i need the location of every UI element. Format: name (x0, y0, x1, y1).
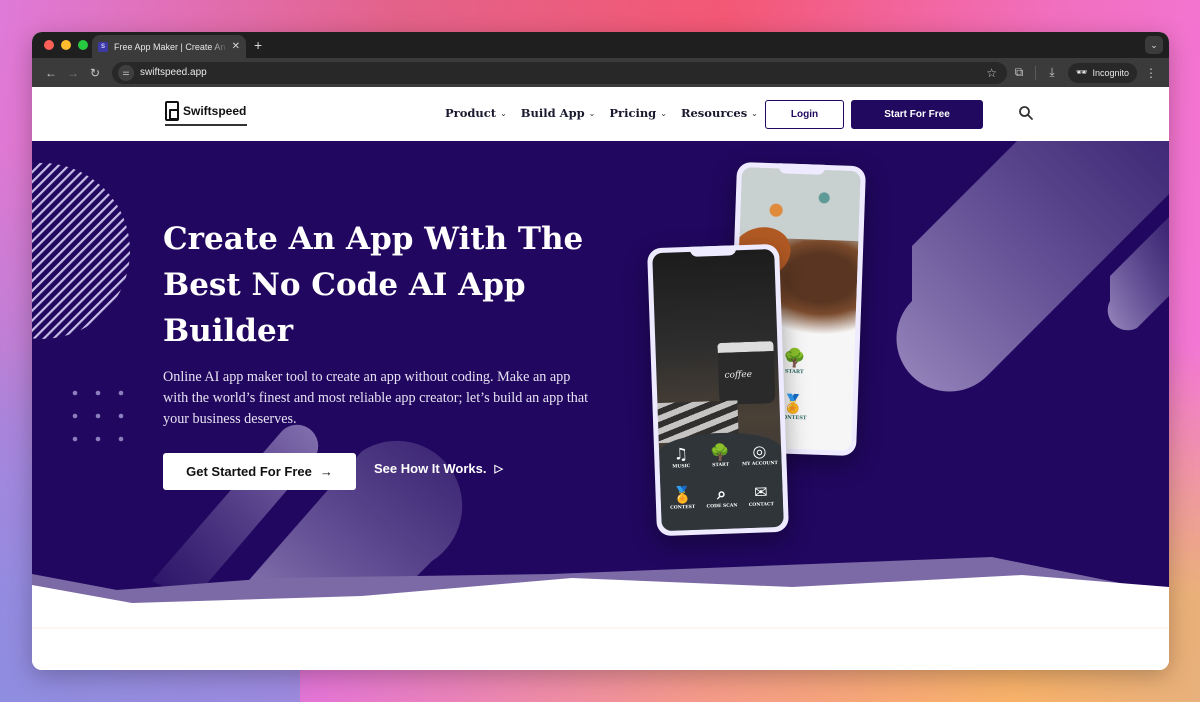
app-menu-item-code-scan: ⌕ CODE SCAN (702, 483, 743, 525)
maximize-window-button[interactable] (78, 40, 88, 50)
browser-tab-active[interactable]: S Free App Maker | Create An App With Th… (92, 35, 246, 58)
minimize-window-button[interactable] (61, 40, 71, 50)
nav-label: Build App (520, 106, 585, 120)
arrow-right-icon: → (319, 464, 333, 479)
app-menu-item-my-account: ◎ MY ACCOUNT (739, 441, 780, 483)
see-how-label: See How It Works. (374, 461, 487, 476)
dot-grid-decoration (72, 390, 124, 442)
hero-title: Create An App With The Best No Code AI A… (163, 221, 584, 349)
phone-notch (778, 163, 825, 175)
chevron-down-icon: ⌄ (751, 108, 758, 118)
logo-mark-icon (165, 101, 179, 121)
menu-item-label: MUSIC (672, 464, 691, 470)
menu-item-label: START (712, 462, 730, 469)
bookmark-star-icon[interactable]: ☆ (986, 66, 997, 80)
search-icon[interactable] (1018, 105, 1034, 121)
nav-label: Resources (680, 106, 748, 120)
hero-section: Create An App With The Best No Code AI A… (32, 141, 1169, 670)
get-started-label: Get Started For Free (186, 464, 312, 479)
see-how-it-works-link[interactable]: See How It Works. ▷ (374, 461, 503, 476)
code-scan-icon: ⌕ (716, 483, 727, 504)
url-text[interactable]: swiftspeed.app (140, 67, 986, 78)
address-bar[interactable]: ⚌ swiftspeed.app ☆ (112, 61, 1008, 84)
phone-screen: coffee ♫ MUSIC 🌳 START ◎ MY ACCOUNT 🏅 CONTES… (652, 248, 784, 532)
phone-notch (689, 245, 737, 257)
start-for-free-button[interactable]: Start For Free (851, 100, 983, 129)
mug-text: coffee (724, 369, 753, 381)
site-info-icon[interactable]: ⚌ (118, 64, 134, 81)
play-icon: ▷ (494, 463, 503, 475)
tree-icon: 🌳 (709, 442, 731, 463)
toolbar-divider (1035, 65, 1037, 80)
nav-item-product[interactable]: Product ⌄ (445, 106, 507, 120)
account-icon: ◎ (752, 441, 767, 461)
download-icon[interactable]: ⤓ (1040, 65, 1064, 80)
chevron-down-icon: ⌄ (500, 108, 507, 118)
menu-item-label: CONTACT (748, 502, 775, 508)
nav-item-build-app[interactable]: Build App ⌄ (521, 106, 596, 120)
coffee-mug-image: coffee (717, 341, 776, 405)
incognito-label: Incognito (1092, 67, 1129, 78)
reload-icon[interactable]: ↻ (84, 66, 106, 80)
extensions-icon[interactable]: ⧉ (1007, 65, 1031, 80)
incognito-badge[interactable]: 🕶 Incognito (1068, 62, 1137, 83)
music-icon: ♫ (673, 444, 689, 464)
back-icon[interactable]: ← (40, 66, 62, 80)
favicon-icon: S (98, 41, 108, 52)
menu-item-label: CODE SCAN (706, 503, 738, 510)
nav-item-resources[interactable]: Resources ⌄ (681, 106, 758, 120)
window-controls (44, 40, 88, 50)
tab-title: Free App Maker | Create An App With The … (114, 41, 228, 52)
browser-toolbar: ← → ↻ ⚌ swiftspeed.app ☆ ⧉ ⤓ 🕶 Incognito… (32, 58, 1169, 87)
hatched-circle-decoration (32, 163, 130, 339)
login-button[interactable]: Login (765, 100, 844, 129)
main-nav: Product ⌄ Build App ⌄ Pricing ⌄ Resource… (445, 106, 758, 120)
menu-item-label: CONTEST (670, 504, 696, 511)
envelope-icon: ✉ (753, 482, 768, 502)
hero-description: Online AI app maker tool to create an ap… (163, 369, 589, 427)
app-menu-item-start: 🌳 START (700, 442, 741, 484)
browser-menu-icon[interactable]: ⋮ (1141, 66, 1161, 80)
app-menu-item-contest: 🏅 CONTEST (662, 485, 703, 527)
chevron-down-icon: ⌄ (588, 108, 596, 118)
nav-item-pricing[interactable]: Pricing ⌄ (609, 106, 667, 120)
site-header: Swiftspeed Product ⌄ Build App ⌄ Pricing… (32, 87, 1169, 141)
app-menu-item-music: ♫ MUSIC (661, 444, 702, 486)
medal-icon: 🏅 (672, 484, 693, 505)
tab-strip: S Free App Maker | Create An App With Th… (32, 32, 1169, 58)
site-logo[interactable]: Swiftspeed (165, 101, 246, 121)
app-menu-grid: ♫ MUSIC 🌳 START ◎ MY ACCOUNT 🏅 CONTEST ⌕ CODE… (658, 430, 784, 532)
close-tab-icon[interactable]: ✕ (232, 41, 240, 52)
menu-item-label: START (784, 368, 804, 376)
tab-search-button[interactable]: ⌄ (1145, 36, 1163, 54)
incognito-icon: 🕶 (1076, 67, 1088, 77)
app-menu-item-contact: ✉ CONTACT (741, 482, 782, 524)
close-window-button[interactable] (44, 40, 54, 50)
new-tab-button[interactable]: + (254, 37, 262, 53)
logo-underline (165, 124, 247, 126)
nav-label: Product (445, 106, 497, 120)
menu-item-label: MY ACCOUNT (741, 460, 778, 468)
chevron-down-icon: ⌄ (660, 108, 667, 118)
nav-label: Pricing (609, 106, 657, 120)
browser-window: S Free App Maker | Create An App With Th… (32, 32, 1169, 670)
get-started-button[interactable]: Get Started For Free → (163, 453, 356, 490)
logo-text: Swiftspeed (183, 104, 247, 118)
phone-mockup-front: coffee ♫ MUSIC 🌳 START ◎ MY ACCOUNT 🏅 CONTES… (647, 243, 789, 537)
forward-icon[interactable]: → (62, 66, 84, 80)
